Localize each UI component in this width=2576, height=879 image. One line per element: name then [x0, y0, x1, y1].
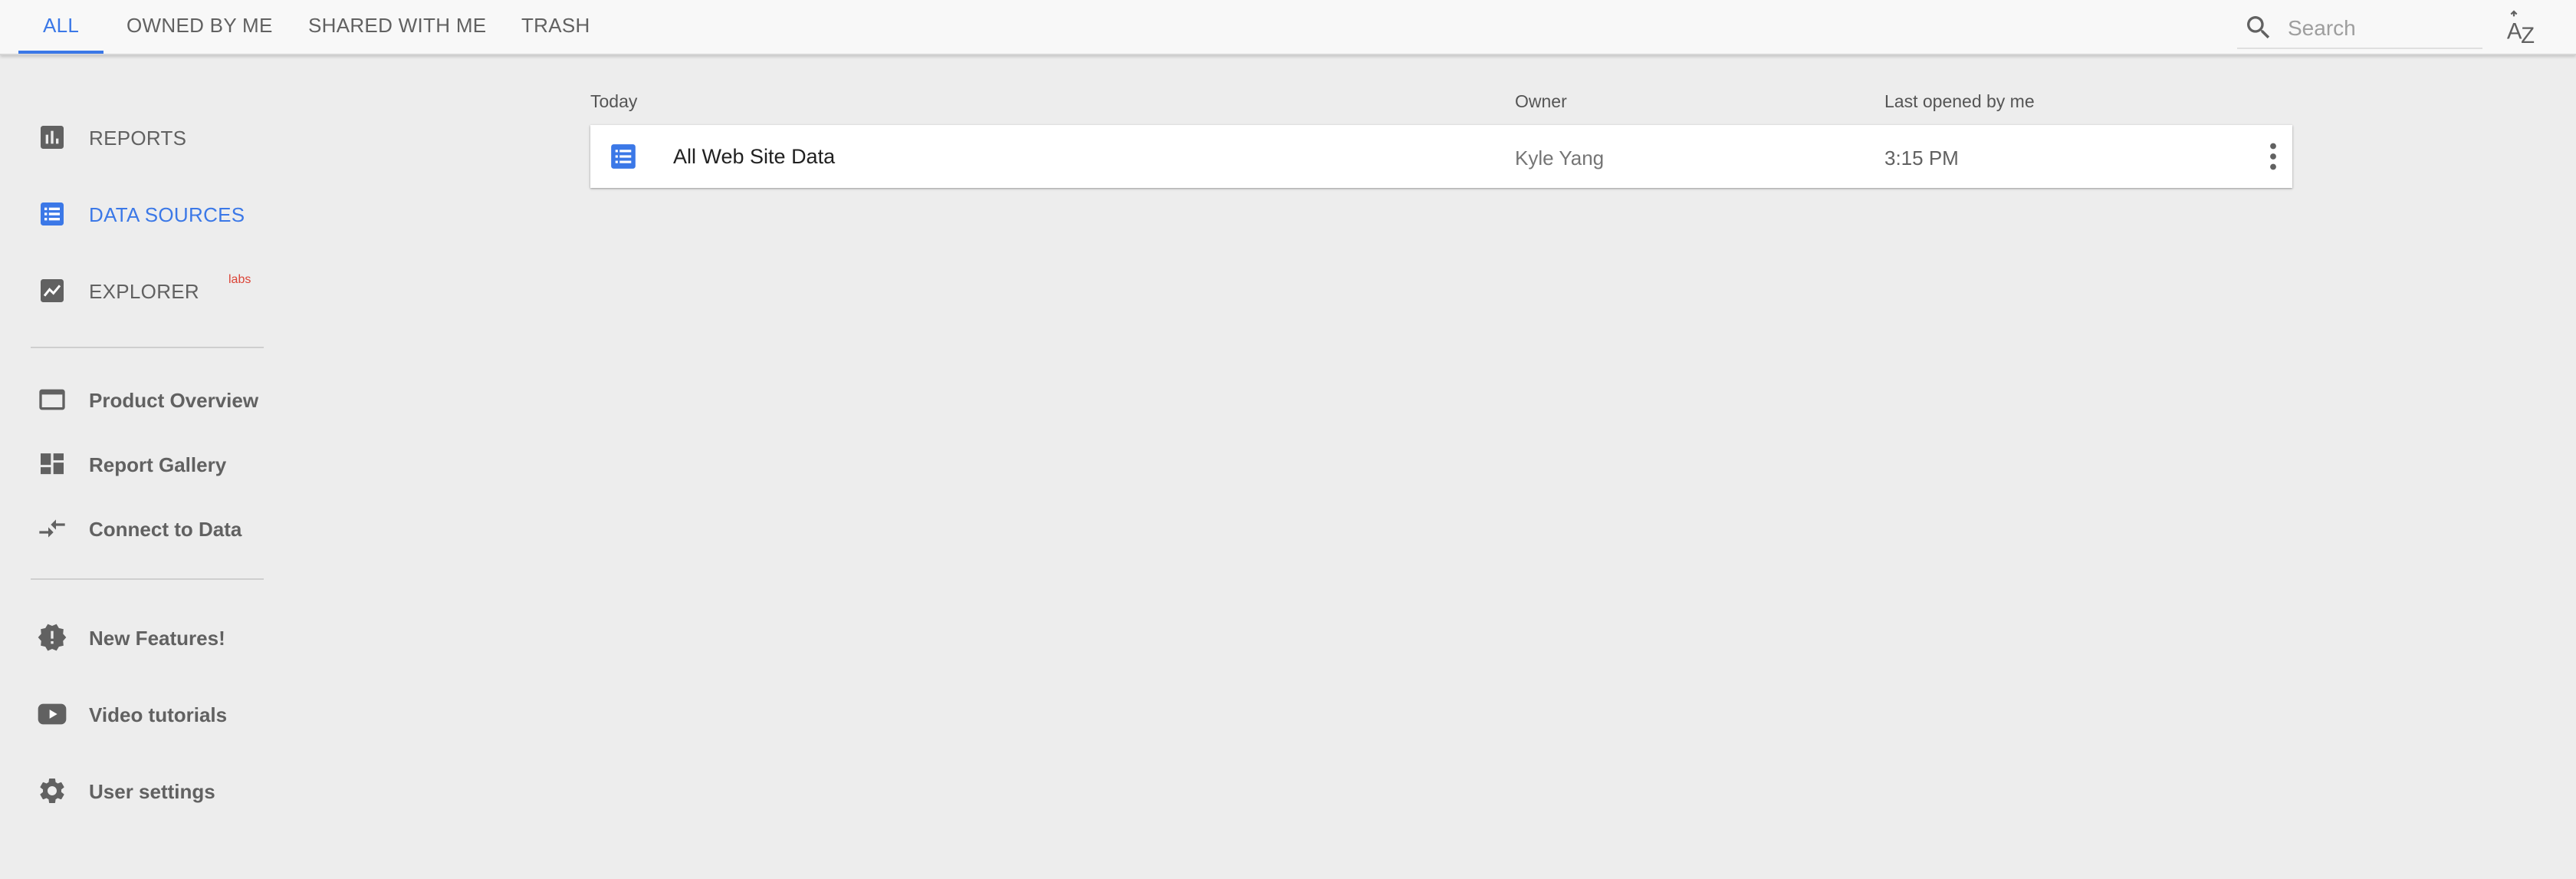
video-icon	[38, 703, 67, 725]
sidebar-item-reports[interactable]: REPORTS	[37, 118, 267, 156]
trending-chart-icon	[41, 279, 64, 302]
sidebar-item-label: Connect to Data	[89, 518, 242, 541]
gear-icon	[40, 779, 64, 803]
sidebar-item-connect-to-data[interactable]: Connect to Data	[37, 509, 267, 548]
sidebar-item-user-settings[interactable]: User settings	[37, 772, 267, 810]
table-row[interactable]: All Web Site Data Kyle Yang 3:15 PM	[590, 125, 2292, 188]
list-icon	[611, 144, 636, 169]
sidebar-item-label: REPORTS	[89, 127, 187, 150]
row-name[interactable]: All Web Site Data	[673, 145, 835, 169]
svg-text:Z: Z	[2521, 23, 2535, 46]
more-vert-icon[interactable]	[2262, 140, 2285, 173]
sidebar-item-label: User settings	[89, 780, 215, 803]
sidebar-item-new-features[interactable]: New Features!	[37, 618, 267, 657]
dashboard-icon	[41, 453, 64, 475]
row-last-opened: 3:15 PM	[1884, 146, 1959, 170]
sidebar-item-label: New Features!	[89, 627, 225, 650]
tab-shared-with-me[interactable]: SHARED WITH ME	[308, 0, 486, 54]
window-icon	[39, 389, 65, 410]
sidebar-item-label: Report Gallery	[89, 453, 227, 476]
search-input[interactable]	[2286, 12, 2481, 44]
column-header-owner[interactable]: Owner	[1515, 91, 1567, 112]
list-icon	[41, 202, 64, 226]
sidebar-divider	[31, 578, 264, 580]
sidebar-item-explorer[interactable]: EXPLORER labs	[37, 272, 267, 310]
search-icon[interactable]	[2243, 12, 2274, 43]
compare-arrows-icon	[39, 519, 65, 538]
tab-owned-by-me[interactable]: OWNED BY ME	[127, 0, 273, 54]
search-box	[2237, 8, 2482, 49]
top-bar: ALL OWNED BY ME SHARED WITH ME TRASH A Z	[0, 0, 2576, 55]
sidebar-item-data-sources[interactable]: DATA SOURCES	[37, 195, 267, 233]
column-header-last-opened[interactable]: Last opened by me	[1884, 91, 2035, 112]
sidebar-item-report-gallery[interactable]: Report Gallery	[37, 445, 267, 483]
svg-text:A: A	[2507, 19, 2522, 44]
sidebar-item-label: DATA SOURCES	[89, 203, 245, 226]
sidebar-item-label: EXPLORER	[89, 280, 200, 303]
row-owner: Kyle Yang	[1515, 146, 1605, 170]
sidebar-divider	[31, 347, 264, 348]
tab-all[interactable]: ALL	[18, 0, 104, 54]
sort-az-icon[interactable]: A Z	[2505, 9, 2539, 46]
sidebar-item-product-overview[interactable]: Product Overview	[37, 380, 267, 419]
bar-chart-icon	[41, 126, 64, 149]
sidebar-item-label: Product Overview	[89, 389, 259, 412]
new-releases-icon	[38, 624, 67, 651]
labs-badge: labs	[228, 273, 251, 286]
column-header-name: Today	[590, 91, 638, 111]
sidebar-item-video-tutorials[interactable]: Video tutorials	[37, 695, 267, 733]
sidebar-item-label: Video tutorials	[89, 703, 228, 726]
tab-trash[interactable]: TRASH	[521, 0, 590, 54]
